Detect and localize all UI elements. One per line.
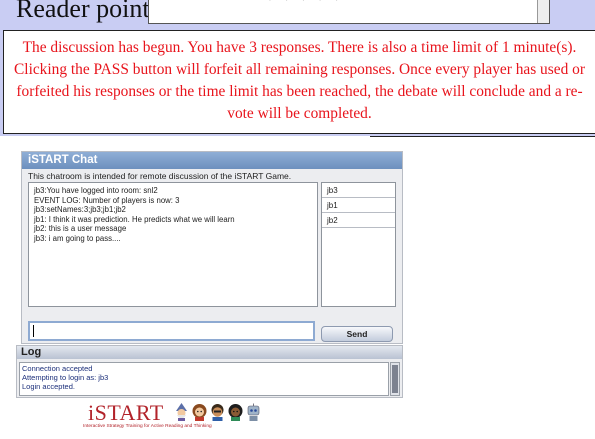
chat-title: iSTART Chat	[22, 152, 402, 169]
user-list-item[interactable]: jb3	[322, 183, 395, 198]
reader-points-label: Reader points	[16, 0, 160, 23]
user-list-item[interactable]: jb2	[322, 213, 395, 228]
log-scrollbar[interactable]	[390, 362, 400, 396]
chat-description: This chatroom is intended for remote dis…	[28, 171, 292, 181]
discussion-notice: The discussion has begun. You have 3 res…	[3, 30, 595, 134]
chat-message: jb3:You have logged into room: snl2	[34, 186, 158, 195]
istart-logo-word: iSTART	[88, 400, 164, 425]
wizard-character-icon	[176, 403, 187, 421]
chat-message: jb2: this is a user message	[34, 224, 127, 234]
user-list-item[interactable]: jb1	[322, 198, 395, 213]
istart-logo: iSTART Interactive Strategy Training for…	[83, 400, 283, 436]
send-button[interactable]: Send	[321, 326, 393, 342]
top-text-field[interactable]: ' ' ' ' '	[148, 0, 550, 24]
text-caret	[33, 325, 34, 337]
discussion-notice-text: The discussion has begun. You have 3 res…	[14, 39, 585, 122]
log-scrollbar-thumb[interactable]	[392, 365, 398, 393]
log-title: Log	[17, 346, 402, 359]
truncated-text: ' ' ' ' '	[269, 0, 344, 8]
robot-character-icon	[247, 403, 260, 421]
girl-character-icon	[192, 404, 207, 421]
log-line: Connection accepted	[22, 364, 93, 373]
chat-message: jb3: i am going to pass....	[34, 233, 121, 243]
log-panel: Log Connection accepted Attempting to lo…	[16, 345, 403, 398]
log-line: Login accepted.	[22, 382, 75, 391]
divider	[370, 136, 595, 137]
chat-message: jb3:setNames:3;jb3;jb1;jb2	[34, 205, 126, 215]
log-text-area[interactable]: Connection accepted Attempting to login …	[19, 362, 389, 396]
istart-logo-tagline: Interactive Strategy Training for Active…	[83, 424, 212, 429]
boy-character-icon	[211, 404, 224, 421]
chat-message: EVENT LOG: Number of players is now: 3	[34, 195, 180, 205]
chat-panel: iSTART Chat This chatroom is intended fo…	[21, 151, 403, 344]
log-line: Attempting to login as: jb3	[22, 373, 109, 382]
user-list[interactable]: jb3 jb1 jb2	[321, 182, 396, 307]
chat-message: jb1: I think it was prediction. He predi…	[34, 214, 235, 224]
chat-message-input[interactable]	[28, 321, 315, 341]
top-field-scrollbar[interactable]	[537, 0, 549, 23]
chat-message-log[interactable]: jb3:You have logged into room: snl2 EVEN…	[28, 182, 318, 307]
woman-character-icon	[228, 404, 243, 421]
